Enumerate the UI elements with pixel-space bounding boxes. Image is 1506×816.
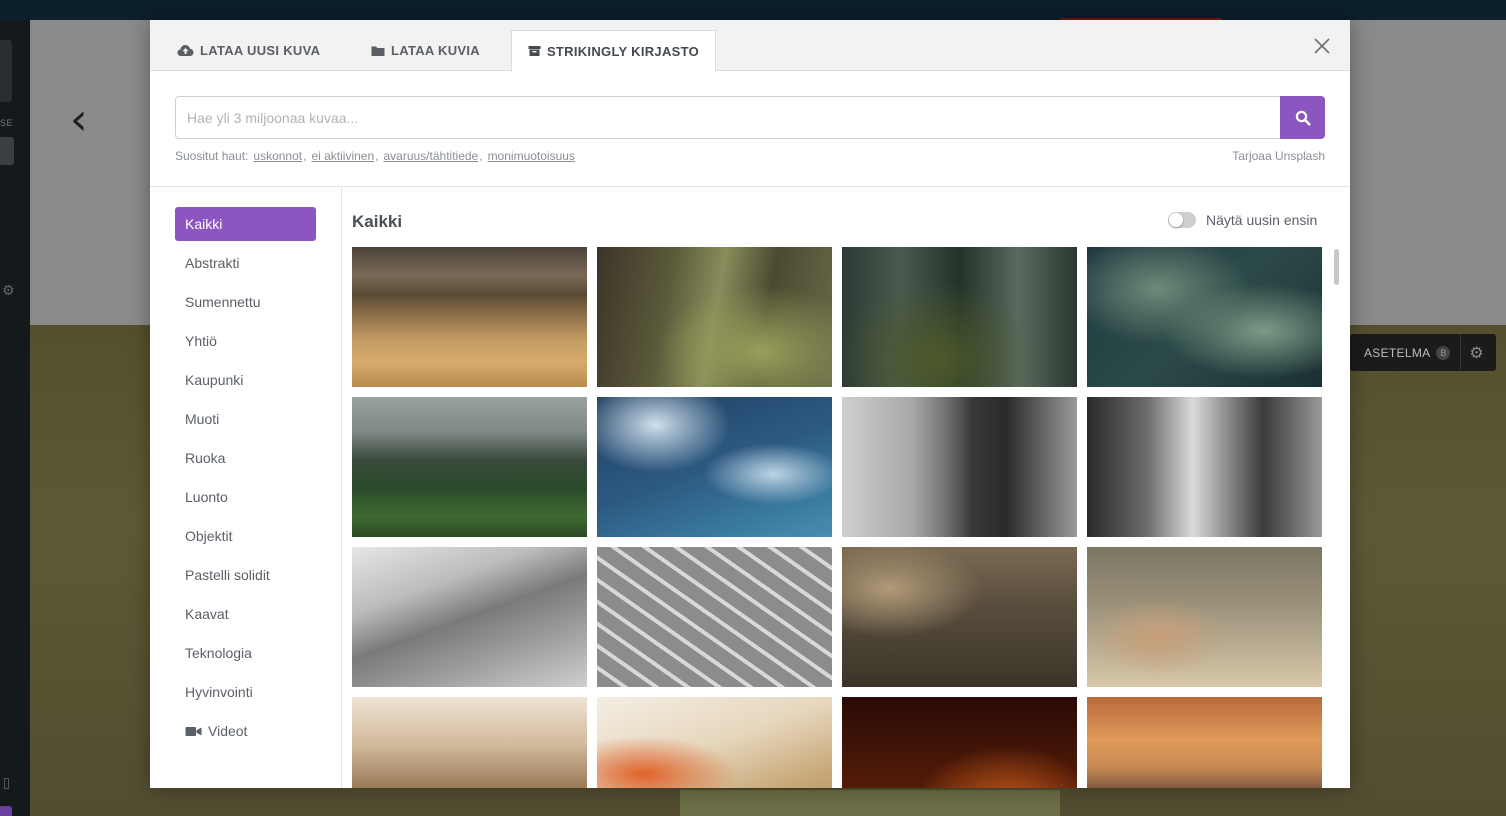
- search-button[interactable]: [1280, 96, 1325, 139]
- category-item-muoti[interactable]: Muoti: [175, 402, 316, 436]
- popular-searches: Suositut haut: uskonnot, ei aktiivinen, …: [175, 149, 575, 163]
- image-thumbnail[interactable]: [352, 697, 587, 788]
- toggle-label: Näytä uusin ensin: [1206, 212, 1318, 228]
- popular-term-link[interactable]: avaruus/tähtitiede: [383, 149, 478, 163]
- image-thumbnail[interactable]: [842, 697, 1077, 788]
- category-item-kaupunki[interactable]: Kaupunki: [175, 363, 316, 397]
- toggle-knob: [1169, 213, 1183, 227]
- gear-icon: ⚙: [1469, 344, 1484, 362]
- tab-label: LATAA UUSI KUVA: [200, 43, 321, 58]
- gear-icon: ⚙: [2, 282, 15, 298]
- scrollbar-thumb[interactable]: [1334, 249, 1339, 285]
- provider-credit: Tarjoaa Unsplash: [1232, 149, 1325, 163]
- mobile-icon: [4, 778, 9, 789]
- search-icon: [1295, 110, 1310, 125]
- category-item-sumennettu[interactable]: Sumennettu: [175, 285, 316, 319]
- layout-button-label: ASETELMA: [1364, 345, 1431, 360]
- image-thumbnail[interactable]: [597, 547, 832, 687]
- editor-left-sidebar: SE ⚙: [0, 0, 30, 816]
- sidebar-select: [0, 137, 14, 165]
- search-section: Suositut haut: uskonnot, ei aktiivinen, …: [150, 71, 1350, 187]
- category-item-objektit[interactable]: Objektit: [175, 519, 316, 553]
- sidebar-panel: [0, 40, 12, 102]
- sidebar-label: SE: [0, 118, 14, 128]
- section-title: Kaikki: [352, 212, 403, 231]
- sidebar-purple-button: [0, 806, 12, 816]
- category-sidebar: Kaikki Abstrakti Sumennettu Yhtiö Kaupun…: [150, 187, 342, 788]
- image-library-modal: LATAA UUSI KUVA LATAA KUVIA STRIKINGLY K…: [150, 20, 1350, 788]
- toggle-switch[interactable]: [1168, 212, 1196, 228]
- close-icon: [1314, 38, 1330, 54]
- image-thumbnail[interactable]: [1087, 397, 1322, 537]
- layout-badge: B: [1436, 345, 1451, 360]
- modal-tab-bar: LATAA UUSI KUVA LATAA KUVIA STRIKINGLY K…: [150, 20, 1350, 72]
- search-input[interactable]: [175, 96, 1281, 139]
- image-thumbnail[interactable]: [842, 247, 1077, 387]
- category-label: Videot: [208, 723, 248, 739]
- popular-term-link[interactable]: uskonnot: [253, 149, 302, 163]
- image-thumbnail[interactable]: [842, 397, 1077, 537]
- layout-button: ASETELMA B ⚙: [1350, 334, 1496, 371]
- category-item-teknologia[interactable]: Teknologia: [175, 636, 316, 670]
- tab-upload-images[interactable]: LATAA KUVIA: [371, 30, 480, 71]
- video-camera-icon: [185, 726, 202, 736]
- image-thumbnail[interactable]: [1087, 547, 1322, 687]
- category-item-kaikki[interactable]: Kaikki: [175, 207, 316, 241]
- editor-background-highlight: [680, 790, 1060, 816]
- popular-term-link[interactable]: ei aktiivinen: [311, 149, 374, 163]
- image-thumbnail[interactable]: [1087, 247, 1322, 387]
- tab-label: LATAA KUVIA: [391, 43, 480, 58]
- popular-searches-label: Suositut haut:: [175, 149, 249, 163]
- image-thumbnail[interactable]: [352, 247, 587, 387]
- category-item-yhtio[interactable]: Yhtiö: [175, 324, 316, 358]
- category-item-luonto[interactable]: Luonto: [175, 480, 316, 514]
- editor-top-bar: [0, 0, 1506, 20]
- image-thumbnail[interactable]: [597, 697, 832, 788]
- image-thumbnail[interactable]: [352, 547, 587, 687]
- category-item-hyvinvointi[interactable]: Hyvinvointi: [175, 675, 316, 709]
- category-item-videot[interactable]: Videot: [175, 714, 316, 748]
- newest-first-toggle[interactable]: Näytä uusin ensin: [1168, 212, 1317, 228]
- tab-label: STRIKINGLY KIRJASTO: [546, 43, 700, 59]
- image-thumbnail[interactable]: [597, 247, 832, 387]
- category-item-pastelli-solidit[interactable]: Pastelli solidit: [175, 558, 316, 592]
- category-item-abstrakti[interactable]: Abstrakti: [175, 246, 316, 280]
- popular-term-link[interactable]: monimuotoisuus: [488, 149, 575, 163]
- divider: [1460, 334, 1462, 371]
- image-thumbnail[interactable]: [597, 397, 832, 537]
- image-thumbnail[interactable]: [842, 547, 1077, 687]
- category-item-kaavat[interactable]: Kaavat: [175, 597, 316, 631]
- folder-icon: [371, 46, 385, 56]
- chevron-left-icon: ‹: [70, 94, 88, 145]
- image-grid-panel: Kaikki Näytä uusin ensin: [342, 187, 1350, 788]
- archive-box-icon: [528, 46, 541, 56]
- image-thumbnail[interactable]: [352, 397, 587, 537]
- tab-strikingly-library[interactable]: STRIKINGLY KIRJASTO: [511, 30, 716, 72]
- image-thumbnail[interactable]: [1087, 697, 1322, 788]
- category-item-ruoka[interactable]: Ruoka: [175, 441, 316, 475]
- tab-upload-new-image[interactable]: LATAA UUSI KUVA: [177, 30, 320, 71]
- cloud-upload-icon: [177, 45, 194, 56]
- close-button[interactable]: [1312, 36, 1332, 56]
